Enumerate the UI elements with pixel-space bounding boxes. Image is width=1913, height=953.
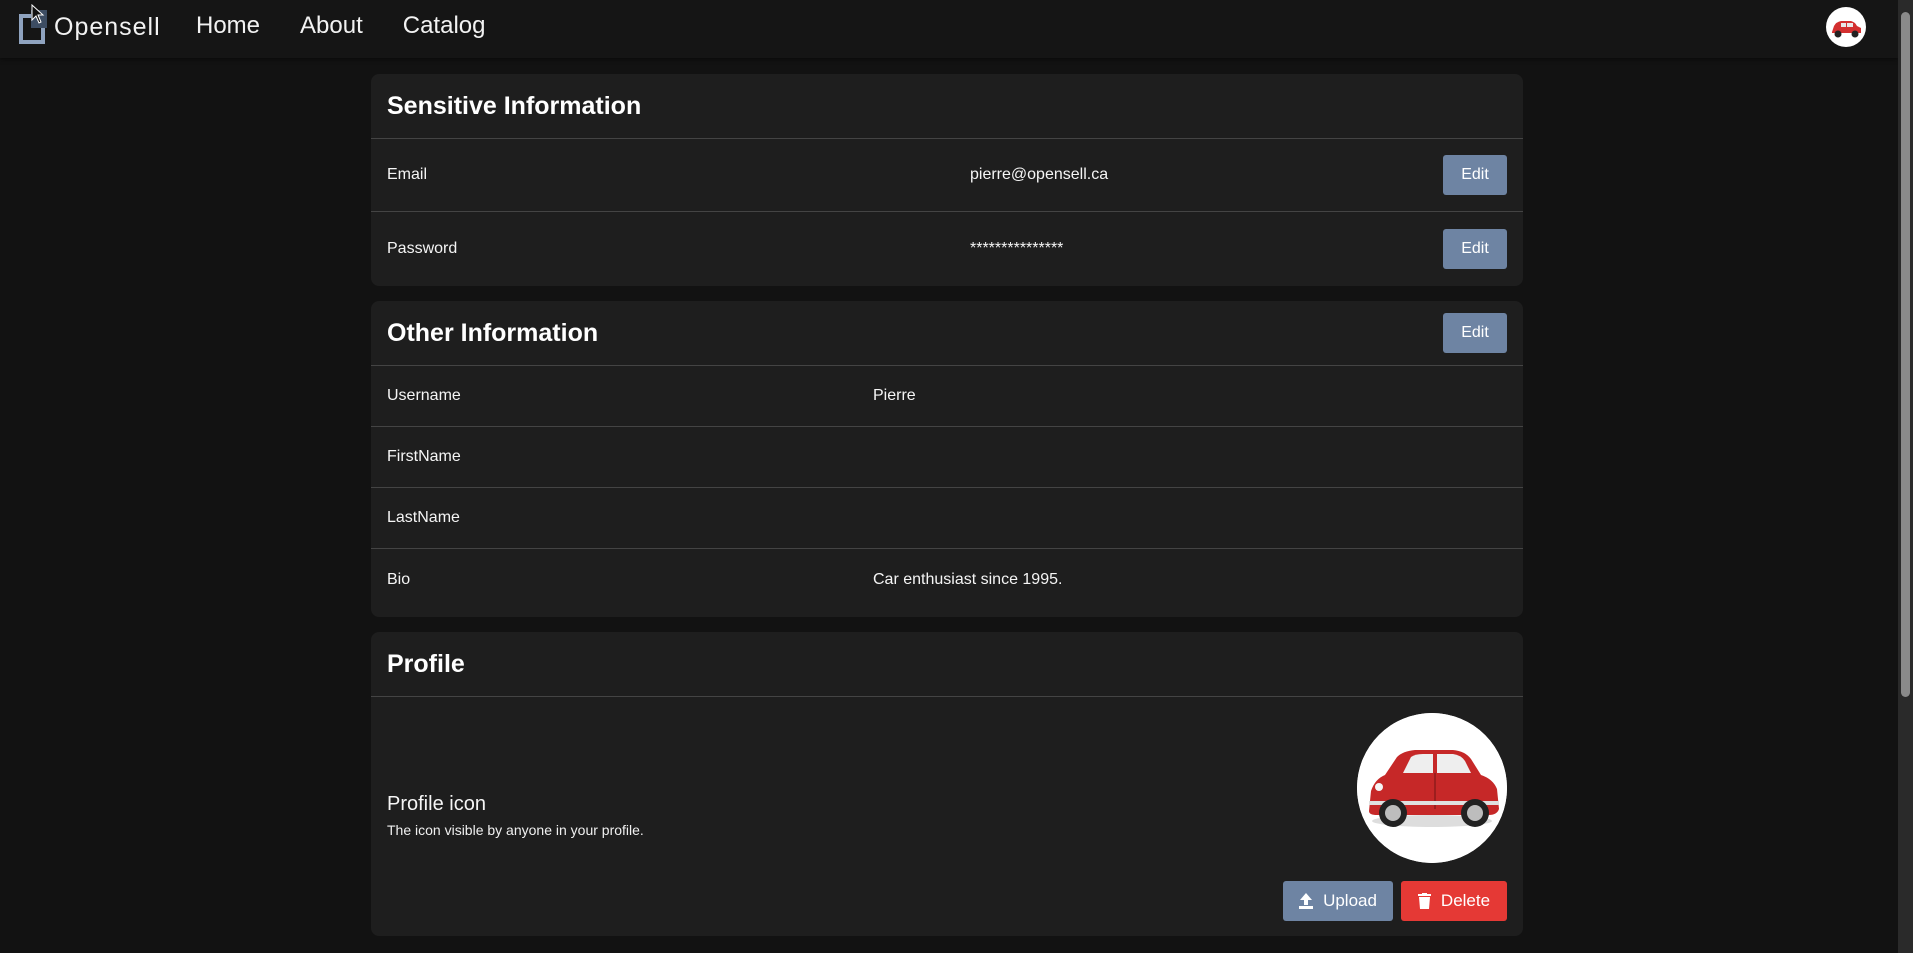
email-value: pierre@opensell.ca bbox=[970, 166, 1109, 183]
profile-icon-title: Profile icon bbox=[387, 793, 486, 815]
edit-email-button[interactable]: Edit bbox=[1443, 155, 1507, 195]
trash-icon bbox=[1417, 893, 1431, 909]
username-label: Username bbox=[387, 387, 461, 404]
sensitive-information-card: Sensitive Information Email pierre@opens… bbox=[371, 74, 1523, 286]
profile-card-title: Profile bbox=[387, 649, 465, 678]
nav-catalog[interactable]: Catalog bbox=[403, 12, 486, 40]
password-label: Password bbox=[387, 239, 458, 257]
profile-icon-label-group: Profile icon The icon visible by anyone … bbox=[387, 793, 644, 838]
upload-button[interactable]: Upload bbox=[1283, 881, 1393, 921]
edit-other-info-button[interactable]: Edit bbox=[1443, 313, 1507, 353]
sensitive-card-header: Sensitive Information bbox=[371, 74, 1523, 139]
red-car-avatar-icon bbox=[1832, 21, 1861, 38]
top-navbar: Opensell Home About Catalog bbox=[0, 0, 1898, 58]
bio-value: Car enthusiast since 1995. bbox=[873, 570, 1063, 588]
upload-label: Upload bbox=[1323, 891, 1377, 910]
email-row: Email pierre@opensell.ca Edit bbox=[371, 139, 1523, 212]
nav-home[interactable]: Home bbox=[196, 12, 260, 40]
lastname-label: LastName bbox=[387, 509, 460, 526]
nav-about[interactable]: About bbox=[300, 12, 363, 40]
profile-icon-description: The icon visible by anyone in your profi… bbox=[387, 822, 644, 838]
user-avatar[interactable] bbox=[1826, 7, 1866, 47]
profile-body: Profile icon The icon visible by anyone … bbox=[371, 697, 1523, 935]
profile-card: Profile Profile icon The icon visible by… bbox=[371, 632, 1523, 936]
brand-name: Opensell bbox=[54, 12, 161, 41]
delete-label: Delete bbox=[1440, 891, 1491, 910]
profile-card-header: Profile bbox=[371, 632, 1523, 697]
bio-row: Bio Car enthusiast since 1995. bbox=[371, 549, 1523, 610]
password-value: *************** bbox=[970, 239, 1064, 257]
firstname-label: FirstName bbox=[387, 448, 461, 465]
red-car-image bbox=[1357, 713, 1507, 863]
other-card-title: Other Information bbox=[387, 318, 599, 347]
nav-links: Home About Catalog bbox=[196, 12, 485, 40]
edit-password-button[interactable]: Edit bbox=[1443, 228, 1507, 269]
upload-icon bbox=[1299, 893, 1314, 909]
scrollbar-thumb[interactable] bbox=[1901, 12, 1910, 697]
username-value: Pierre bbox=[873, 387, 916, 404]
email-label: Email bbox=[387, 166, 428, 183]
profile-image bbox=[1357, 713, 1507, 863]
delete-button[interactable]: Delete bbox=[1401, 881, 1507, 921]
mouse-cursor-icon bbox=[31, 4, 45, 24]
bio-label: Bio bbox=[387, 570, 411, 588]
firstname-row: FirstName bbox=[371, 427, 1523, 488]
other-card-header: Other Information Edit bbox=[371, 301, 1523, 366]
username-row: Username Pierre bbox=[371, 366, 1523, 427]
password-row: Password *************** Edit bbox=[371, 212, 1523, 285]
page-scrollbar[interactable] bbox=[1898, 0, 1913, 953]
lastname-row: LastName bbox=[371, 488, 1523, 549]
other-information-card: Other Information Edit Username Pierre F… bbox=[371, 301, 1523, 617]
sensitive-card-title: Sensitive Information bbox=[387, 91, 642, 120]
